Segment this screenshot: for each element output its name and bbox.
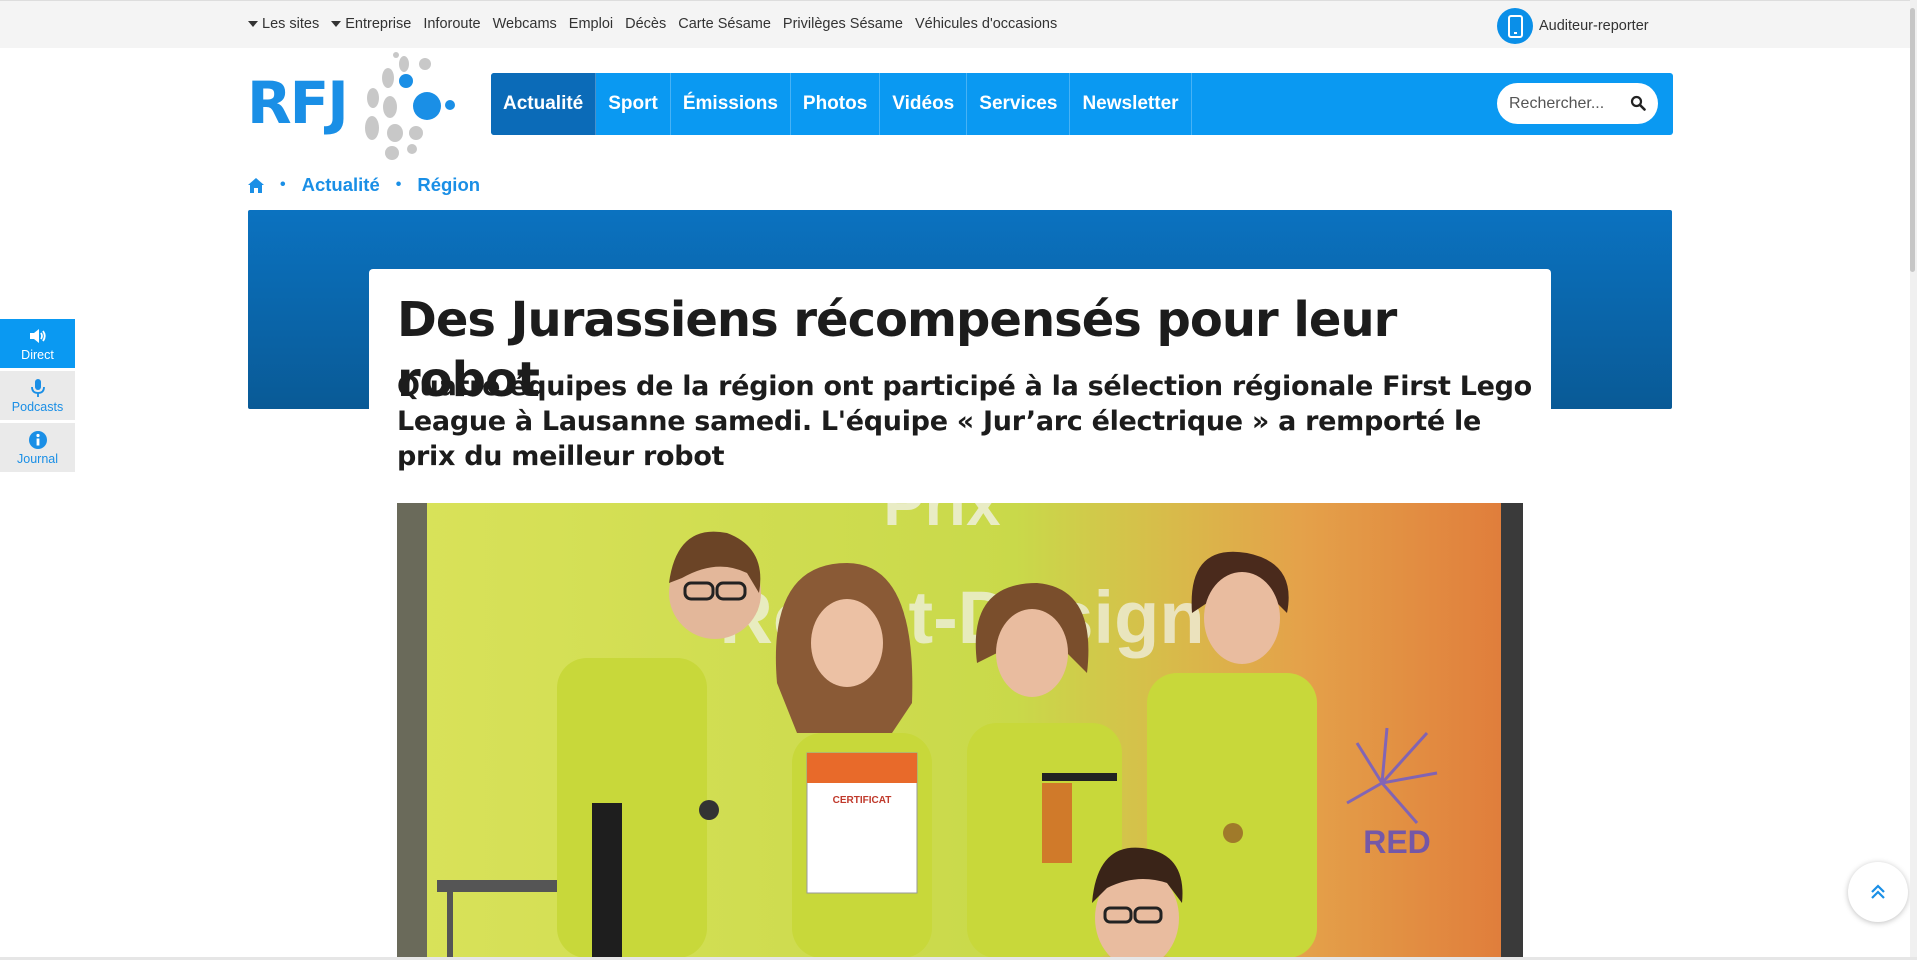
caret-down-icon xyxy=(248,21,258,27)
dock-journal-button[interactable]: Journal xyxy=(0,423,75,472)
photo-text-prix: Prix xyxy=(883,503,1001,539)
logo-dot xyxy=(409,126,423,140)
utility-link-les-sites[interactable]: Les sites xyxy=(248,16,319,32)
nav-item-sport[interactable]: Sport xyxy=(596,73,671,135)
top-utility-bar: Les sites Entreprise Inforoute Webcams E… xyxy=(0,0,1917,48)
utility-link-deces[interactable]: Décès xyxy=(625,16,666,32)
main-navigation: Actualité Sport Émissions Photos Vidéos … xyxy=(491,73,1673,135)
utility-link-label: Emploi xyxy=(568,16,614,32)
certificate-text: CERTIFICAT xyxy=(833,795,892,806)
logo-dot xyxy=(407,144,417,154)
article-photo-illustration: Prix Robot-Design RED CERTIFICAT xyxy=(397,503,1523,958)
page-scrollbar[interactable] xyxy=(1910,0,1917,960)
utility-link-label: Carte Sésame xyxy=(678,16,771,32)
speaker-icon xyxy=(29,328,46,343)
utility-link-label: Webcams xyxy=(492,16,557,32)
utility-link-vehicules-occasions[interactable]: Véhicules d'occasions xyxy=(915,16,1057,32)
search-box xyxy=(1497,83,1658,124)
logo-dot xyxy=(382,68,394,88)
caret-down-icon xyxy=(331,21,342,27)
logo-dot xyxy=(399,56,409,72)
breadcrumb-region[interactable]: Région xyxy=(417,174,480,196)
logo-dot xyxy=(445,100,455,110)
nav-item-emissions[interactable]: Émissions xyxy=(671,73,791,135)
logo-dot xyxy=(419,58,431,70)
dock-journal-label: Journal xyxy=(17,451,58,466)
breadcrumb: • Actualité • Région xyxy=(248,172,480,198)
dock-direct-label: Direct xyxy=(21,347,54,362)
svg-text:RED: RED xyxy=(1363,824,1431,860)
microphone-icon xyxy=(30,378,45,397)
dock-podcasts-button[interactable]: Podcasts xyxy=(0,371,75,420)
utility-link-webcams[interactable]: Webcams xyxy=(493,16,557,32)
logo-dot xyxy=(383,96,397,118)
nav-item-videos[interactable]: Vidéos xyxy=(880,73,968,135)
home-icon[interactable] xyxy=(248,177,264,193)
utility-link-carte-sesame[interactable]: Carte Sésame xyxy=(678,16,771,32)
breadcrumb-separator: • xyxy=(395,176,402,193)
utility-link-label: Les sites xyxy=(262,16,320,32)
breadcrumb-separator: • xyxy=(280,176,286,193)
back-to-top-button[interactable] xyxy=(1848,862,1908,922)
utility-link-inforoute[interactable]: Inforoute xyxy=(423,16,480,32)
article-lead: Quatre équipes de la région ont particip… xyxy=(397,371,1532,472)
logo-dot xyxy=(413,92,441,120)
mobile-phone-icon xyxy=(1497,8,1533,44)
logo-dot xyxy=(367,88,379,108)
dock-podcasts-label: Podcasts xyxy=(11,399,64,414)
utility-link-emploi[interactable]: Emploi xyxy=(569,16,613,32)
logo-dot xyxy=(387,124,403,142)
utility-link-entreprise[interactable]: Entreprise xyxy=(331,16,411,32)
nav-item-photos[interactable]: Photos xyxy=(791,73,881,135)
auditeur-reporter-label: Auditeur-reporter xyxy=(1539,18,1649,34)
logo-dot xyxy=(393,52,399,58)
nav-items: Actualité Sport Émissions Photos Vidéos … xyxy=(491,73,1192,135)
utility-link-label: Véhicules d'occasions xyxy=(914,16,1058,32)
utility-link-privileges-sesame[interactable]: Privilèges Sésame xyxy=(783,16,903,32)
utility-links: Les sites Entreprise Inforoute Webcams E… xyxy=(248,1,1069,47)
utility-link-label: Inforoute xyxy=(423,16,481,32)
search-icon[interactable] xyxy=(1630,95,1646,111)
utility-link-label: Privilèges Sésame xyxy=(782,16,903,32)
logo-wordmark: RFJ xyxy=(247,69,349,137)
auditeur-reporter-link[interactable]: Auditeur-reporter xyxy=(1497,8,1649,44)
breadcrumb-actualite[interactable]: Actualité xyxy=(302,174,380,196)
logo-dot xyxy=(399,74,413,88)
floating-dock: Direct Podcasts Journal xyxy=(0,319,75,475)
nav-item-newsletter[interactable]: Newsletter xyxy=(1070,73,1192,135)
scrollbar-thumb[interactable] xyxy=(1910,8,1915,272)
utility-link-label: Décès xyxy=(625,16,667,32)
logo-dot xyxy=(385,146,399,160)
nav-item-actualite[interactable]: Actualité xyxy=(491,73,597,135)
utility-link-label: Entreprise xyxy=(345,16,412,32)
double-chevron-up-icon xyxy=(1871,884,1885,899)
search-input[interactable] xyxy=(1507,93,1621,114)
nav-item-services[interactable]: Services xyxy=(967,73,1071,135)
dock-direct-button[interactable]: Direct xyxy=(0,319,75,368)
article-photo[interactable]: Prix Robot-Design RED CERTIFICAT xyxy=(397,503,1523,958)
rfj-logo[interactable]: RFJ xyxy=(247,52,455,162)
logo-dot xyxy=(365,116,379,140)
info-icon xyxy=(28,430,47,449)
